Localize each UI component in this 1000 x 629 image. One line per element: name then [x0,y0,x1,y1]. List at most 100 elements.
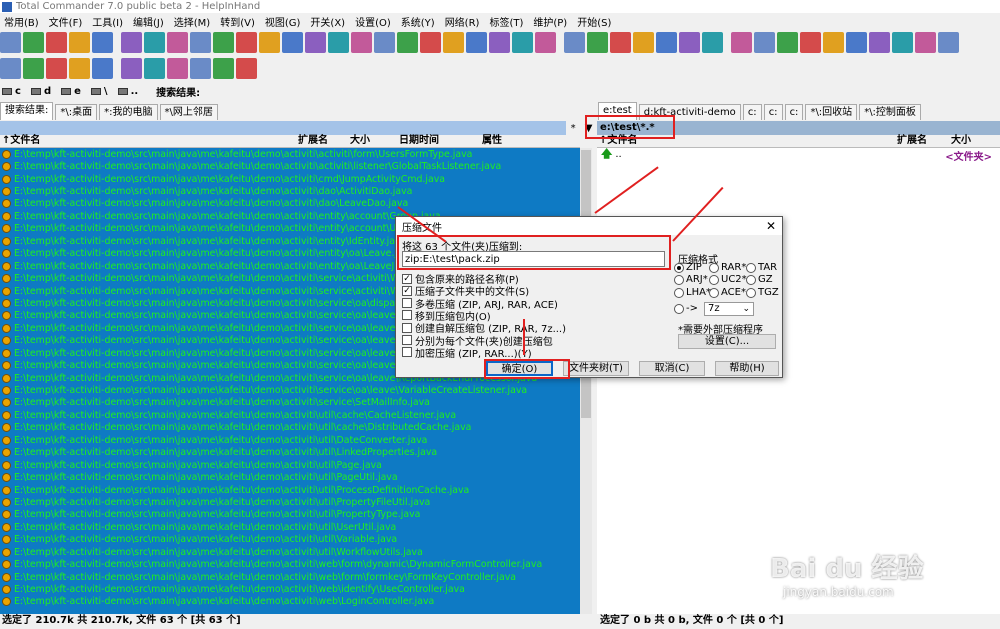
globe-icon[interactable] [633,31,654,53]
drive-button[interactable]: \ [90,86,108,97]
file-row[interactable]: E:\temp\kft-activiti-demo\src\main\java\… [0,583,580,595]
bars-icon[interactable] [213,57,234,79]
folder-tab[interactable]: *\:桌面 [55,104,98,120]
multi-rename-icon[interactable] [535,31,556,53]
file-row[interactable]: E:\temp\kft-activiti-demo\src\main\java\… [0,471,580,483]
menu-item[interactable]: 文件(F) [49,14,83,29]
file-row[interactable]: E:\temp\kft-activiti-demo\src\main\java\… [0,484,580,496]
stats-icon[interactable] [190,57,211,79]
col-ext[interactable]: 扩展名 [298,135,328,147]
col-size[interactable]: 大小 [951,135,971,147]
chart-icon[interactable] [69,57,90,79]
col-ext[interactable]: 扩展名 [897,135,927,147]
file-row[interactable]: E:\temp\kft-activiti-demo\src\main\java\… [0,596,580,608]
menu-item[interactable]: 工具(I) [92,14,123,29]
folder-tab[interactable]: *:我的电脑 [99,104,158,120]
select-all-icon[interactable] [466,31,487,53]
edit-icon[interactable] [938,31,959,53]
file-row[interactable]: E:\temp\kft-activiti-demo\src\main\java\… [0,384,580,396]
help-button[interactable]: 帮助(H) [715,361,779,376]
parent-dir-row[interactable]: 🡅 .. <文件夹> [597,147,1000,163]
folder-tab[interactable]: 搜索结果: [0,102,54,120]
file-row[interactable]: E:\temp\kft-activiti-demo\src\main\java\… [0,447,580,459]
file-row[interactable]: E:\temp\kft-activiti-demo\src\main\java\… [0,148,580,160]
search-icon[interactable] [777,31,798,53]
folder-tab[interactable]: *\:控制面板 [859,104,921,120]
menu-item[interactable]: 设置(O) [355,14,391,29]
format-radio[interactable]: ACE* [709,287,746,298]
network-icon[interactable] [587,31,608,53]
folder-tab[interactable]: c: [742,104,762,120]
cd-icon[interactable] [754,31,775,53]
file-row[interactable]: E:\temp\kft-activiti-demo\src\main\java\… [0,459,580,471]
wrench-icon[interactable] [69,31,90,53]
compare-icon[interactable] [915,31,936,53]
pack-target-input[interactable] [402,251,665,267]
format-radio[interactable]: ZIP [674,262,702,273]
menu-item[interactable]: 选择(M) [174,14,210,29]
history-button[interactable]: * [571,123,576,134]
file-row[interactable]: E:\temp\kft-activiti-demo\src\main\java\… [0,534,580,546]
menu-item[interactable]: 维护(P) [533,14,567,29]
file-row[interactable]: E:\temp\kft-activiti-demo\src\main\java\… [0,571,580,583]
file-row[interactable]: E:\temp\kft-activiti-demo\src\main\java\… [0,185,580,197]
calculator-icon[interactable] [892,31,913,53]
file-row[interactable]: E:\temp\kft-activiti-demo\src\main\java\… [0,434,580,446]
file-row[interactable]: E:\temp\kft-activiti-demo\src\main\java\… [0,546,580,558]
brief-view-icon[interactable] [121,31,142,53]
folder-tab[interactable]: c: [763,104,783,120]
file-row[interactable]: E:\temp\kft-activiti-demo\src\main\java\… [0,160,580,172]
invert-icon[interactable] [374,31,395,53]
file-row[interactable]: E:\temp\kft-activiti-demo\src\main\java\… [0,173,580,185]
back-icon[interactable] [0,57,21,79]
arrows-icon[interactable] [236,57,257,79]
quick-view-icon[interactable] [213,31,234,53]
ftp-icon[interactable] [656,31,677,53]
thumbnail-icon[interactable] [236,31,257,53]
drive-button[interactable]: .. [117,86,138,97]
drive-button[interactable]: c [2,86,21,97]
folder-tab[interactable]: c: [784,104,804,120]
format-radio[interactable]: TAR [746,262,777,273]
detailed-view-icon[interactable] [144,31,165,53]
menu-item[interactable]: 视图(G) [265,14,301,29]
sort-date-icon[interactable] [328,31,349,53]
left-path-bar[interactable] [0,121,566,135]
dropdown-button[interactable]: ▼ [585,123,593,134]
shield-icon[interactable] [679,31,700,53]
plugin-select[interactable]: 7z ⌄ [704,302,754,316]
menu-item[interactable]: 系统(Y) [401,14,435,29]
drive-button[interactable]: e [61,86,81,97]
file-row[interactable]: E:\temp\kft-activiti-demo\src\main\java\… [0,521,580,533]
refresh-icon[interactable] [869,31,890,53]
folder-tree-button[interactable]: 文件夹树(T) [563,361,629,376]
dialog-close-button[interactable]: ✕ [766,219,776,233]
menu-item[interactable]: 网络(R) [445,14,480,29]
pack-icon[interactable] [800,31,821,53]
cancel-button[interactable]: 取消(C) [639,361,705,376]
select-icon[interactable] [420,31,441,53]
folder-tab[interactable]: d:kft-activiti-demo [638,104,741,120]
option-checkbox[interactable]: 加密压缩 (ZIP, RAR...)(Y) [402,345,532,360]
format-radio[interactable]: -> [674,303,698,314]
unpack-all-icon[interactable] [846,31,867,53]
folder-tab[interactable]: e:test [598,102,637,120]
compare-icon[interactable] [190,31,211,53]
eject-icon[interactable] [731,31,752,53]
menu-item[interactable]: 转到(V) [220,14,255,29]
tree-view-icon[interactable] [167,31,188,53]
menu-item[interactable]: 开关(X) [310,14,345,29]
compare-dirs-icon[interactable] [489,31,510,53]
wrench-icon[interactable] [23,31,44,53]
file-row[interactable]: E:\temp\kft-activiti-demo\src\main\java\… [0,397,580,409]
bubble-icon[interactable] [121,57,142,79]
user-icon[interactable] [702,31,723,53]
format-radio[interactable]: ARJ* [674,274,708,285]
menu-item[interactable]: 标签(T) [489,14,523,29]
format-radio[interactable]: RAR* [709,262,746,273]
format-radio[interactable]: TGZ [746,287,779,298]
menu-item[interactable]: 开始(S) [577,14,611,29]
terminal-icon[interactable] [144,57,165,79]
wrench-icon[interactable] [0,31,21,53]
format-radio[interactable]: LHA* [674,287,711,298]
